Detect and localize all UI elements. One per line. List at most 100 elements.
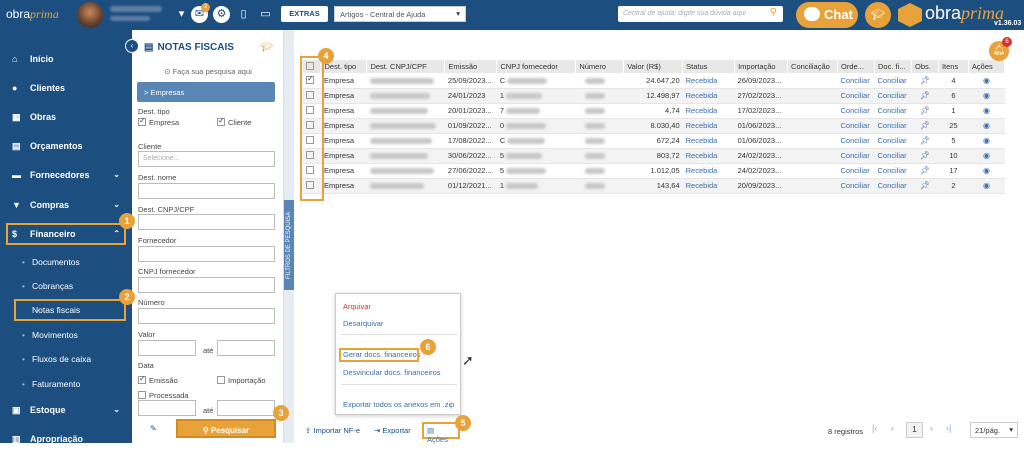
table-row[interactable]: Empresa 20/01/2023... 7 4,74 Recebida 17/02/…	[303, 103, 1005, 119]
valor-max-input[interactable]	[217, 340, 275, 356]
col-valor[interactable]: Valor (R$)	[623, 60, 684, 73]
table-row[interactable]: Empresa 24/01/2023 1 12.498,97 Recebida 27/0…	[303, 88, 1005, 104]
pesquisar-button[interactable]: ⚲ Pesquisar	[176, 419, 276, 438]
col-itens[interactable]: Itens	[938, 60, 969, 73]
cell-doc-conciliar[interactable]: Conciliar	[874, 103, 912, 119]
col-dest-cnpj[interactable]: Dest. CNPJ/CPF	[366, 60, 446, 73]
col-emissao[interactable]: Emissão	[444, 60, 498, 73]
checkbox-cliente[interactable]: Cliente	[217, 116, 251, 127]
first-page-icon[interactable]: |‹	[872, 423, 877, 433]
checkbox-icon[interactable]	[138, 116, 146, 127]
pin-icon[interactable]: 📌︎	[911, 148, 939, 164]
checkbox-importacao[interactable]: Importação	[217, 376, 266, 385]
cell-ordem-conciliar[interactable]: Conciliar	[837, 103, 875, 119]
sidebar-sub-documentos[interactable]: Documentos	[0, 251, 132, 273]
checkbox-empresa[interactable]: Empresa	[138, 116, 179, 127]
checkbox-emissao[interactable]: Emissão	[138, 374, 178, 385]
pin-icon[interactable]: 📌︎	[911, 118, 939, 134]
cell-status[interactable]: Recebida	[682, 103, 735, 119]
desktop-icon[interactable]: ▭	[257, 6, 274, 23]
bell-icon[interactable]: 🔔︎ 6	[989, 37, 1012, 61]
chat-button[interactable]: Chat	[796, 2, 858, 28]
col-cnpj-fornecedor[interactable]: CNPJ fornecedor	[496, 60, 577, 73]
sidebar-sub-fluxos-de-caixa[interactable]: Fluxos de caixa	[0, 348, 132, 370]
cell-status[interactable]: Recebida	[682, 178, 735, 194]
data-end-input[interactable]	[217, 400, 275, 416]
col-conciliacao[interactable]: Conciliação	[787, 60, 839, 73]
cell-ordem-conciliar[interactable]: Conciliar	[837, 73, 875, 89]
pin-icon[interactable]: 📌︎	[911, 133, 939, 149]
col-acoes[interactable]: Ações	[968, 60, 1006, 73]
extras-button[interactable]: EXTRAS	[281, 6, 328, 22]
sidebar-item-obras[interactable]: ▦ Obras	[0, 106, 132, 128]
prev-page-icon[interactable]: ‹	[891, 423, 894, 433]
pin-icon[interactable]: 📌︎	[911, 88, 939, 104]
clear-filters-eraser-icon[interactable]: ✎	[150, 424, 157, 433]
table-row[interactable]: Empresa 01/12/2021... 1 143,64 Recebida 20/0…	[303, 178, 1005, 194]
sidebar-item-fornecedores[interactable]: ▬ Fornecedores ⌄	[0, 164, 132, 186]
checkbox-processada[interactable]: Processada	[138, 391, 189, 400]
cell-doc-conciliar[interactable]: Conciliar	[874, 148, 912, 164]
cell-ordem-conciliar[interactable]: Conciliar	[837, 118, 875, 134]
cell-status[interactable]: Recebida	[682, 133, 735, 149]
sidebar-item-compras[interactable]: ▼ Compras ⌄	[0, 194, 132, 216]
cell-doc-conciliar[interactable]: Conciliar	[874, 88, 912, 104]
export-button[interactable]: ⇥ Exportar	[374, 426, 411, 435]
eye-icon[interactable]: ◉	[968, 103, 1005, 119]
eye-icon[interactable]: ◉	[968, 73, 1005, 89]
next-page-icon[interactable]: ›	[930, 423, 933, 433]
eye-icon[interactable]: ◉	[968, 88, 1005, 104]
cell-status[interactable]: Recebida	[682, 88, 735, 104]
cell-doc-conciliar[interactable]: Conciliar	[874, 118, 912, 134]
col-numero[interactable]: Número	[575, 60, 625, 73]
fornecedor-input[interactable]	[138, 246, 275, 262]
table-row[interactable]: Empresa 27/06/2022... 5 1.012,05 Recebida 24…	[303, 163, 1005, 179]
cell-status[interactable]: Recebida	[682, 148, 735, 164]
cell-status[interactable]: Recebida	[682, 163, 735, 179]
mobile-icon[interactable]: ▯	[235, 6, 252, 23]
checkbox-icon[interactable]	[138, 374, 146, 385]
cnpj-fornecedor-input[interactable]	[138, 277, 275, 293]
checkbox-icon[interactable]	[217, 376, 225, 385]
data-start-input[interactable]	[138, 400, 196, 416]
help-article-select[interactable]: Artigos - Central de Ajuda	[334, 6, 466, 22]
sidebar-item-estoque[interactable]: ▣ Estoque ⌄	[0, 399, 132, 421]
table-row[interactable]: Empresa 17/08/2022... C 672,24 Recebida 01/0…	[303, 133, 1005, 149]
cliente-select[interactable]: Selecione...	[138, 151, 275, 167]
numero-input[interactable]	[138, 308, 275, 324]
table-row[interactable]: Empresa 01/09/2022... 0 8.030,40 Recebida 01…	[303, 118, 1005, 134]
menu-item-desvincular-docs-financeiros[interactable]: Desvincular docs. financeiros	[343, 368, 441, 377]
eye-icon[interactable]: ◉	[968, 118, 1005, 134]
menu-item-desarquivar[interactable]: Desarquivar	[343, 319, 383, 328]
checkbox-icon[interactable]	[217, 116, 225, 127]
graduation-cap-icon[interactable]: 🎓︎	[260, 42, 273, 53]
sidebar-item-apropriacao[interactable]: ▥ Apropriação	[0, 428, 132, 450]
app-logo[interactable]: obraprima	[6, 7, 59, 22]
dest-nome-input[interactable]	[138, 183, 275, 199]
pin-icon[interactable]: 📌︎	[911, 103, 939, 119]
cell-ordem-conciliar[interactable]: Conciliar	[837, 163, 875, 179]
sidebar-sub-faturamento[interactable]: Faturamento	[0, 373, 132, 395]
filter-side-tab[interactable]: FILTROS DE PESQUISA	[284, 200, 294, 290]
avatar[interactable]	[77, 2, 103, 28]
sidebar-item-financeiro[interactable]: $ Financeiro ⌃	[6, 223, 126, 245]
sidebar-sub-notas-fiscais[interactable]: Notas fiscais	[14, 299, 126, 321]
cell-ordem-conciliar[interactable]: Conciliar	[837, 178, 875, 194]
table-row[interactable]: Empresa 25/09/2023...C 24.647,20Recebida2…	[303, 73, 1005, 89]
menu-item-exportar-anexos-zip[interactable]: Exportar todos os anexos em .zip	[343, 400, 454, 409]
cell-ordem-conciliar[interactable]: Conciliar	[837, 133, 875, 149]
cell-doc-conciliar[interactable]: Conciliar	[874, 163, 912, 179]
current-page[interactable]: 1	[906, 422, 923, 438]
cell-ordem-conciliar[interactable]: Conciliar	[837, 88, 875, 104]
cell-status[interactable]: Recebida	[682, 73, 735, 89]
col-doc-fin[interactable]: Doc. fi...	[874, 60, 912, 73]
graduation-cap-icon[interactable]: 🎓︎	[865, 2, 891, 28]
sidebar-item-inicio[interactable]: ⌂ Início	[0, 48, 132, 70]
col-status[interactable]: Status	[682, 60, 736, 73]
sidebar-item-orcamentos[interactable]: ▤ Orçamentos	[0, 135, 132, 157]
sidebar-item-clientes[interactable]: ● Clientes	[0, 77, 132, 99]
col-importacao[interactable]: Importação	[734, 60, 789, 73]
eye-icon[interactable]: ◉	[968, 178, 1005, 194]
last-page-icon[interactable]: ›|	[946, 423, 951, 433]
help-search-input[interactable]: Central de ajuda: digite sua dúvida aqui…	[618, 6, 783, 22]
